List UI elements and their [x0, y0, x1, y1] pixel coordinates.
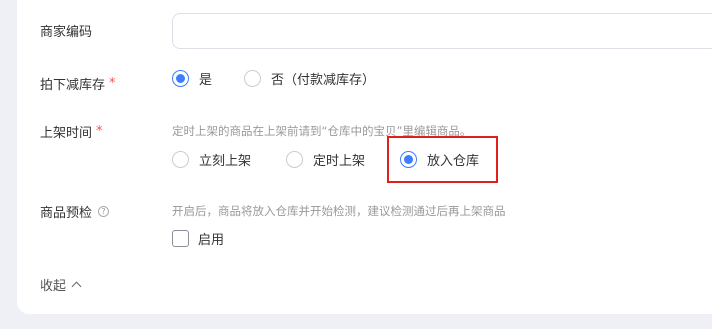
page-background — [0, 314, 712, 329]
listing-time-label-text: 上架时间 — [40, 126, 93, 141]
merchant-code-label: 商家编码 — [40, 21, 92, 40]
highlight-annotation-box — [387, 136, 498, 183]
listing-time-label: 上架时间 * — [40, 122, 103, 141]
pre-check-label-text: 商品预检 — [40, 206, 93, 221]
chevron-up-icon — [71, 281, 82, 292]
radio-scheduled-listing[interactable]: 定时上架 — [286, 150, 365, 169]
checkbox-label: 启用 — [198, 233, 225, 248]
radio-label: 定时上架 — [313, 154, 366, 169]
radio-unchecked-icon — [172, 151, 189, 168]
question-circle-icon[interactable]: ? — [98, 206, 110, 217]
required-asterisk: * — [109, 76, 116, 91]
pre-check-enable-checkbox[interactable]: 启用 — [172, 229, 224, 248]
radio-unchecked-icon — [286, 151, 303, 168]
collapse-button[interactable]: 收起 — [40, 275, 82, 294]
stock-deduction-label: 拍下减库存 * — [40, 74, 116, 93]
collapse-label: 收起 — [40, 279, 67, 294]
radio-label: 立刻上架 — [199, 154, 252, 169]
radio-checked-icon — [172, 70, 189, 87]
radio-unchecked-icon — [244, 70, 261, 87]
merchant-code-label-text: 商家编码 — [40, 25, 93, 40]
pre-check-hint: 开启后，商品将放入仓库并开始检测，建议检测通过后再上架商品 — [172, 204, 506, 218]
required-asterisk: * — [96, 124, 103, 139]
radio-stock-deduct-on-order[interactable]: 是 — [172, 69, 212, 88]
radio-list-immediately[interactable]: 立刻上架 — [172, 150, 251, 169]
radio-stock-deduct-on-payment[interactable]: 否（付款减库存） — [244, 69, 375, 88]
merchant-code-input[interactable] — [172, 13, 712, 49]
checkbox-unchecked-icon — [172, 230, 189, 247]
stock-deduction-label-text: 拍下减库存 — [40, 78, 106, 93]
pre-check-label: 商品预检 ? — [40, 202, 110, 221]
radio-label: 否（付款减库存） — [271, 73, 376, 88]
radio-label: 是 — [199, 73, 213, 88]
